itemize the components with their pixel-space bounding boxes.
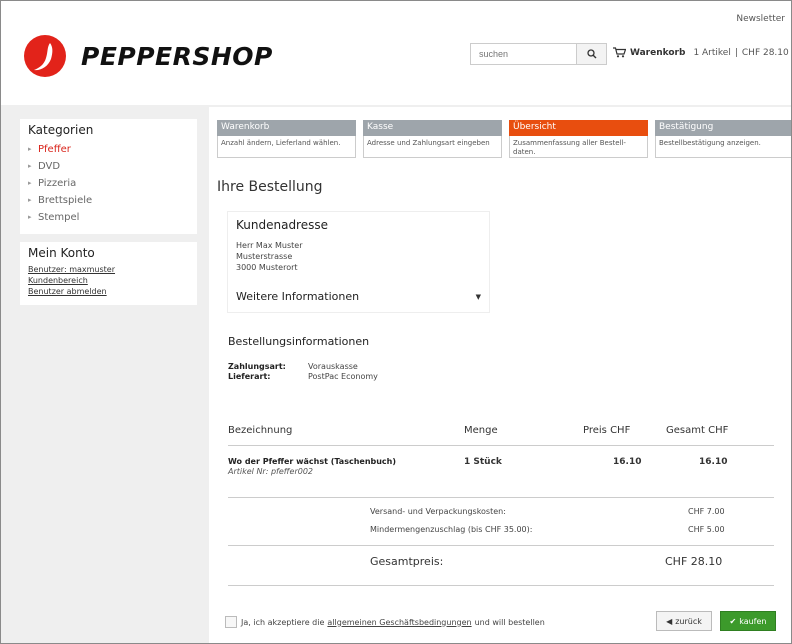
sidebar-item-label: Pfeffer	[38, 144, 71, 155]
sidebar-item-pizzeria[interactable]: ▸ Pizzeria	[28, 175, 189, 192]
buy-button[interactable]: ✔ kaufen	[720, 611, 776, 631]
logout-link[interactable]: Benutzer abmelden	[28, 286, 189, 297]
checkout-steps: Warenkorb Anzahl ändern, Lieferland wähl…	[217, 120, 791, 158]
sidebar-item-brettspiele[interactable]: ▸ Brettspiele	[28, 192, 189, 209]
cart-item-count: 1 Artikel	[693, 47, 731, 58]
search-button[interactable]	[577, 43, 607, 65]
order-info-title: Bestellungsinformationen	[228, 335, 370, 348]
step-description: Zusammenfassung aller Bestell-daten.	[509, 136, 648, 158]
item-price: 16.10	[613, 457, 642, 467]
item-total: 16.10	[699, 457, 728, 467]
step-title: Warenkorb	[217, 120, 356, 136]
col-header-name: Bezeichnung	[228, 425, 293, 436]
payment-label: Zahlungsart:	[228, 362, 286, 371]
col-header-qty: Menge	[464, 425, 498, 436]
terms-link[interactable]: allgemeinen Geschäftsbedingungen	[327, 618, 471, 627]
arrow-right-icon: ▸	[28, 162, 32, 170]
total-value: CHF 28.10	[665, 555, 723, 568]
total-label: Gesamtpreis:	[370, 555, 444, 568]
sidebar-item-label: Pizzeria	[38, 178, 77, 189]
item-article-number: Artikel Nr: pfeffer002	[228, 467, 314, 476]
arrow-right-icon: ▸	[28, 179, 32, 187]
main-content: Warenkorb Anzahl ändern, Lieferland wähl…	[209, 107, 791, 643]
address-title: Kundenadresse	[236, 218, 328, 232]
search-input[interactable]	[470, 43, 577, 65]
step-description: Bestellbestätigung anzeigen.	[655, 136, 791, 158]
account-box: Mein Konto Benutzer: maxmuster Kundenber…	[20, 242, 197, 305]
divider	[228, 585, 774, 586]
terms-agreement: Ja, ich akzeptiere die allgemeinen Gesch…	[225, 616, 545, 628]
address-line: Musterstrasse	[236, 252, 293, 261]
delivery-label: Lieferart:	[228, 372, 271, 381]
terms-prefix: Ja, ich akzeptiere die	[241, 617, 325, 627]
shipping-fee-value: CHF 7.00	[688, 507, 725, 516]
page-title: Ihre Bestellung	[217, 179, 323, 195]
sidebar-item-label: Brettspiele	[38, 195, 93, 206]
shipping-fee-label: Versand- und Verpackungskosten:	[370, 507, 506, 516]
step-title: Bestätigung	[655, 120, 791, 136]
sidebar-item-pfeffer[interactable]: ▸ Pfeffer	[28, 141, 189, 158]
col-header-total: Gesamt CHF	[666, 425, 729, 436]
customer-address-box: Kundenadresse Herr Max Muster Musterstra…	[227, 211, 490, 313]
divider	[228, 445, 774, 446]
step-bestaetigung: Bestätigung Bestellbestätigung anzeigen.	[655, 120, 791, 158]
pepper-logo-icon[interactable]	[23, 34, 67, 78]
step-uebersicht: Übersicht Zusammenfassung aller Bestell-…	[509, 120, 648, 158]
more-info-toggle[interactable]: Weitere Informationen	[236, 290, 359, 303]
step-description: Anzahl ändern, Lieferland wählen.	[217, 136, 356, 158]
brand-name[interactable]: PEPPERSHOP	[81, 42, 273, 71]
item-name: Wo der Pfeffer wächst (Taschenbuch)	[228, 457, 397, 466]
sidebar-item-stempel[interactable]: ▸ Stempel	[28, 209, 189, 226]
step-description: Adresse und Zahlungsart eingeben	[363, 136, 502, 158]
terms-suffix: und will bestellen	[474, 617, 545, 627]
address-line: Herr Max Muster	[236, 241, 303, 250]
header: Newsletter PEPPERSHOP Warenkorb 1 Artike…	[1, 1, 791, 105]
categories-title: Kategorien	[28, 123, 94, 137]
cart-label: Warenkorb	[630, 47, 686, 58]
arrow-right-icon: ▸	[28, 196, 32, 204]
customer-area-link[interactable]: Kundenbereich	[28, 275, 189, 286]
surcharge-value: CHF 5.00	[688, 525, 725, 534]
cart-separator: |	[734, 47, 738, 58]
sidebar-item-dvd[interactable]: ▸ DVD	[28, 158, 189, 175]
arrow-right-icon: ▸	[28, 213, 32, 221]
terms-checkbox[interactable]	[225, 616, 237, 628]
search-icon	[586, 49, 596, 59]
account-user-link[interactable]: Benutzer: maxmuster	[28, 264, 189, 275]
step-title: Kasse	[363, 120, 502, 136]
order-info: Bestellungsinformationen Zahlungsart: Vor…	[228, 335, 378, 382]
divider	[228, 545, 774, 546]
cart-icon	[613, 47, 626, 58]
address-line: 3000 Musterort	[236, 263, 298, 272]
browser-frame: Newsletter PEPPERSHOP Warenkorb 1 Artike…	[0, 0, 792, 644]
categories-box: Kategorien ▸ Pfeffer ▸ DVD ▸ Pizzeria ▸ Bret…	[20, 119, 197, 234]
col-header-price: Preis CHF	[583, 425, 631, 436]
newsletter-link[interactable]: Newsletter	[736, 14, 785, 24]
check-icon: ✔	[729, 616, 737, 626]
payment-value: Vorauskasse	[308, 362, 358, 371]
surcharge-label: Mindermengenzuschlag (bis CHF 35.00):	[370, 525, 533, 534]
cart-summary[interactable]: Warenkorb 1 Artikel | CHF 28.10	[613, 47, 789, 58]
item-quantity: 1 Stück	[464, 457, 502, 467]
arrow-right-icon: ▸	[28, 145, 32, 153]
step-kasse[interactable]: Kasse Adresse und Zahlungsart eingeben	[363, 120, 502, 158]
back-button-label: zurück	[675, 616, 702, 626]
caret-down-icon[interactable]: ▼	[476, 293, 481, 301]
step-warenkorb[interactable]: Warenkorb Anzahl ändern, Lieferland wähl…	[217, 120, 356, 158]
back-button[interactable]: ◀ zurück	[656, 611, 712, 631]
step-title: Übersicht	[509, 120, 648, 136]
buy-button-label: kaufen	[739, 616, 767, 626]
account-title: Mein Konto	[28, 246, 95, 260]
delivery-value: PostPac Economy	[308, 372, 378, 381]
sidebar-item-label: DVD	[38, 161, 61, 172]
sidebar: Kategorien ▸ Pfeffer ▸ DVD ▸ Pizzeria ▸ Bret…	[20, 119, 197, 313]
divider	[228, 497, 774, 498]
arrow-left-icon: ◀	[666, 616, 673, 626]
cart-total: CHF 28.10	[741, 47, 789, 58]
sidebar-item-label: Stempel	[38, 212, 80, 223]
